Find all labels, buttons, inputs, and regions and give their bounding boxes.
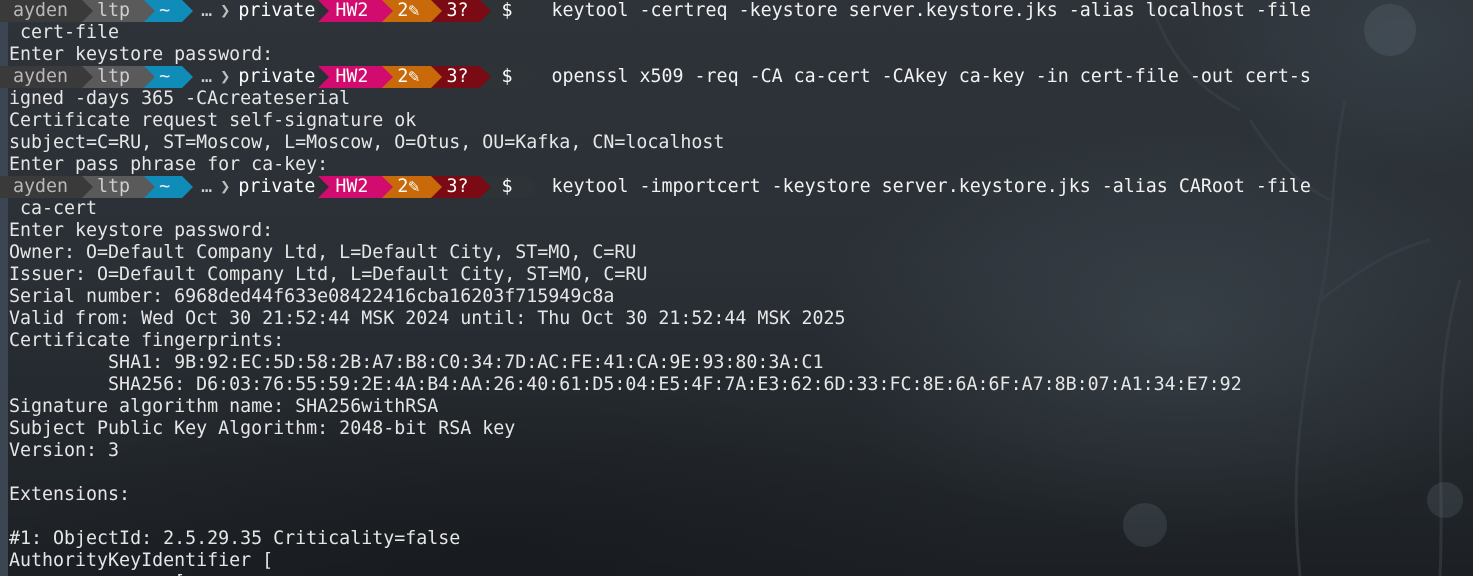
command-text: keytool -importcert -keystore server.key… xyxy=(551,176,1311,197)
git-branch-badge: HW2 xyxy=(329,0,383,22)
output-line: Enter keystore password: xyxy=(9,44,274,65)
output-line: Enter keystore password: xyxy=(9,220,274,241)
output-line: Extensions: xyxy=(9,484,131,505)
output-line: subject=C=RU, ST=Moscow, L=Moscow, O=Otu… xyxy=(9,132,725,153)
git-modified-badge: 2✎ xyxy=(393,66,432,88)
terminal-window[interactable]: ayden ltp ~ … ❯ private HW2 2✎ 3? $ keytool -certr… xyxy=(0,0,1473,576)
prompt-path-ellipsis: … xyxy=(201,176,213,197)
powerline-separator xyxy=(182,0,194,22)
chevron-right-icon: ❯ xyxy=(220,67,231,87)
git-branch-badge: HW2 xyxy=(329,176,383,198)
powerline-separator xyxy=(431,176,443,198)
prompt-path-ellipsis: … xyxy=(201,66,213,87)
output-line: igned -days 365 -CAcreateserial xyxy=(9,88,351,109)
powerline-separator xyxy=(480,0,492,22)
powerline-separator xyxy=(382,176,394,198)
prompt-directory: private xyxy=(238,66,316,87)
powerline-separator xyxy=(144,66,156,88)
output-line: [ xyxy=(9,572,1473,576)
output-line: SHA1: 9B:92:EC:5D:58:2B:A7:B8:C0:34:7D:A… xyxy=(9,352,824,373)
output-line: Enter pass phrase for ca-key: xyxy=(9,154,329,175)
powerline-separator xyxy=(480,176,492,198)
output-line: Certificate request self-signature ok xyxy=(9,110,417,131)
output-line: cert-file xyxy=(9,22,120,43)
command-text: keytool -certreq -keystore server.keysto… xyxy=(551,0,1311,21)
powerline-separator xyxy=(431,0,443,22)
powerline-separator xyxy=(382,0,394,22)
powerline-separator xyxy=(182,66,194,88)
output-line: #1: ObjectId: 2.5.29.35 Criticality=fals… xyxy=(9,528,461,549)
prompt-line: ayden ltp ~ … ❯ private HW2 2✎ 3? $ keytool -impor… xyxy=(0,176,1473,198)
powerline-separator xyxy=(144,0,156,22)
powerline-separator xyxy=(382,66,394,88)
output-line: Subject Public Key Algorithm: 2048-bit R… xyxy=(9,418,516,439)
prompt-user: ayden xyxy=(0,0,83,22)
prompt-symbol: $ xyxy=(491,176,527,198)
powerline-separator xyxy=(526,176,538,198)
prompt-line: ayden ltp ~ … ❯ private HW2 2✎ 3? $ keytool -certr… xyxy=(0,0,1473,22)
chevron-right-icon: ❯ xyxy=(220,177,231,197)
prompt-user: ayden xyxy=(0,66,83,88)
prompt-symbol: $ xyxy=(491,66,527,88)
output-line: Certificate fingerprints: xyxy=(9,330,285,351)
git-untracked-badge: 3? xyxy=(442,66,481,88)
prompt-host: ltp xyxy=(93,66,145,88)
output-line: Issuer: O=Default Company Ltd, L=Default… xyxy=(9,264,648,285)
chevron-right-icon: ❯ xyxy=(220,1,231,21)
output-line: Serial number: 6968ded44f633e08422416cba… xyxy=(9,286,615,307)
git-untracked-badge: 3? xyxy=(442,0,481,22)
prompt-home: ~ xyxy=(155,0,183,22)
prompt-path-ellipsis: … xyxy=(201,0,213,21)
output-line: ca-cert xyxy=(9,198,98,219)
prompt-host: ltp xyxy=(93,0,145,22)
git-modified-badge: 2✎ xyxy=(393,0,432,22)
output-line: Owner: O=Default Company Ltd, L=Default … xyxy=(9,242,637,263)
powerline-separator xyxy=(526,0,538,22)
prompt-host: ltp xyxy=(93,176,145,198)
git-untracked-badge: 3? xyxy=(442,176,481,198)
prompt-home: ~ xyxy=(155,176,183,198)
powerline-separator xyxy=(431,66,443,88)
powerline-separator xyxy=(526,66,538,88)
output-line: Version: 3 xyxy=(9,440,120,461)
output-line: AuthorityKeyIdentifier [ xyxy=(9,550,274,571)
git-modified-badge: 2✎ xyxy=(393,176,432,198)
powerline-separator xyxy=(82,176,94,198)
prompt-symbol: $ xyxy=(491,0,527,22)
powerline-separator xyxy=(144,176,156,198)
output-line: Valid from: Wed Oct 30 21:52:44 MSK 2024… xyxy=(9,308,846,329)
prompt-line: ayden ltp ~ … ❯ private HW2 2✎ 3? $ openssl x509 -… xyxy=(0,66,1473,88)
command-text: openssl x509 -req -CA ca-cert -CAkey ca-… xyxy=(551,66,1311,87)
prompt-home: ~ xyxy=(155,66,183,88)
terminal-output: ayden ltp ~ … ❯ private HW2 2✎ 3? $ keytool -certr… xyxy=(0,0,1473,576)
prompt-directory: private xyxy=(238,176,316,197)
powerline-separator xyxy=(82,0,94,22)
powerline-separator xyxy=(82,66,94,88)
powerline-separator xyxy=(182,176,194,198)
prompt-user: ayden xyxy=(0,176,83,198)
output-line: SHA256: D6:03:76:55:59:2E:4A:B4:AA:26:40… xyxy=(9,374,1242,395)
git-branch-badge: HW2 xyxy=(329,66,383,88)
output-line: Signature algorithm name: SHA256withRSA xyxy=(9,396,439,417)
prompt-directory: private xyxy=(238,0,316,21)
powerline-separator xyxy=(480,66,492,88)
